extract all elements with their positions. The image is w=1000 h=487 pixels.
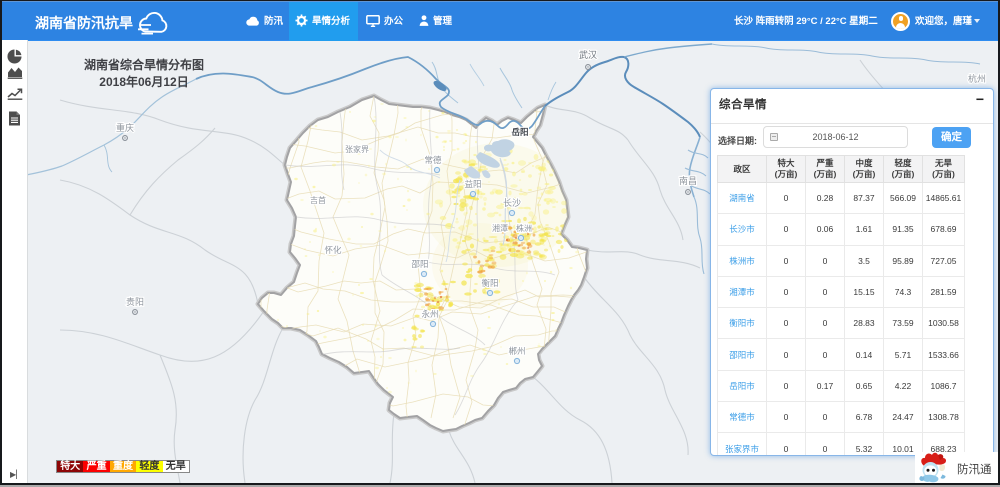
svg-text:怀化: 怀化	[324, 245, 342, 255]
svg-text:杭州: 杭州	[968, 73, 986, 84]
svg-text:张家界: 张家界	[345, 144, 369, 154]
svg-text:南昌: 南昌	[679, 175, 697, 186]
svg-text:长沙: 长沙	[503, 197, 521, 208]
svg-text:武汉: 武汉	[579, 49, 597, 60]
svg-text:常德: 常德	[424, 155, 442, 165]
svg-text:郴州: 郴州	[508, 346, 525, 356]
svg-text:湘潭: 湘潭	[492, 223, 508, 233]
svg-text:吉首: 吉首	[310, 195, 326, 205]
svg-text:岳阳: 岳阳	[511, 127, 528, 137]
svg-text:邵阳: 邵阳	[411, 259, 428, 269]
svg-text:益阳: 益阳	[464, 179, 481, 189]
svg-text:重庆: 重庆	[116, 122, 134, 133]
svg-text:永州: 永州	[421, 309, 438, 319]
svg-text:株洲: 株洲	[516, 223, 532, 233]
svg-text:贵阳: 贵阳	[126, 296, 144, 307]
svg-text:衡阳: 衡阳	[481, 278, 498, 288]
